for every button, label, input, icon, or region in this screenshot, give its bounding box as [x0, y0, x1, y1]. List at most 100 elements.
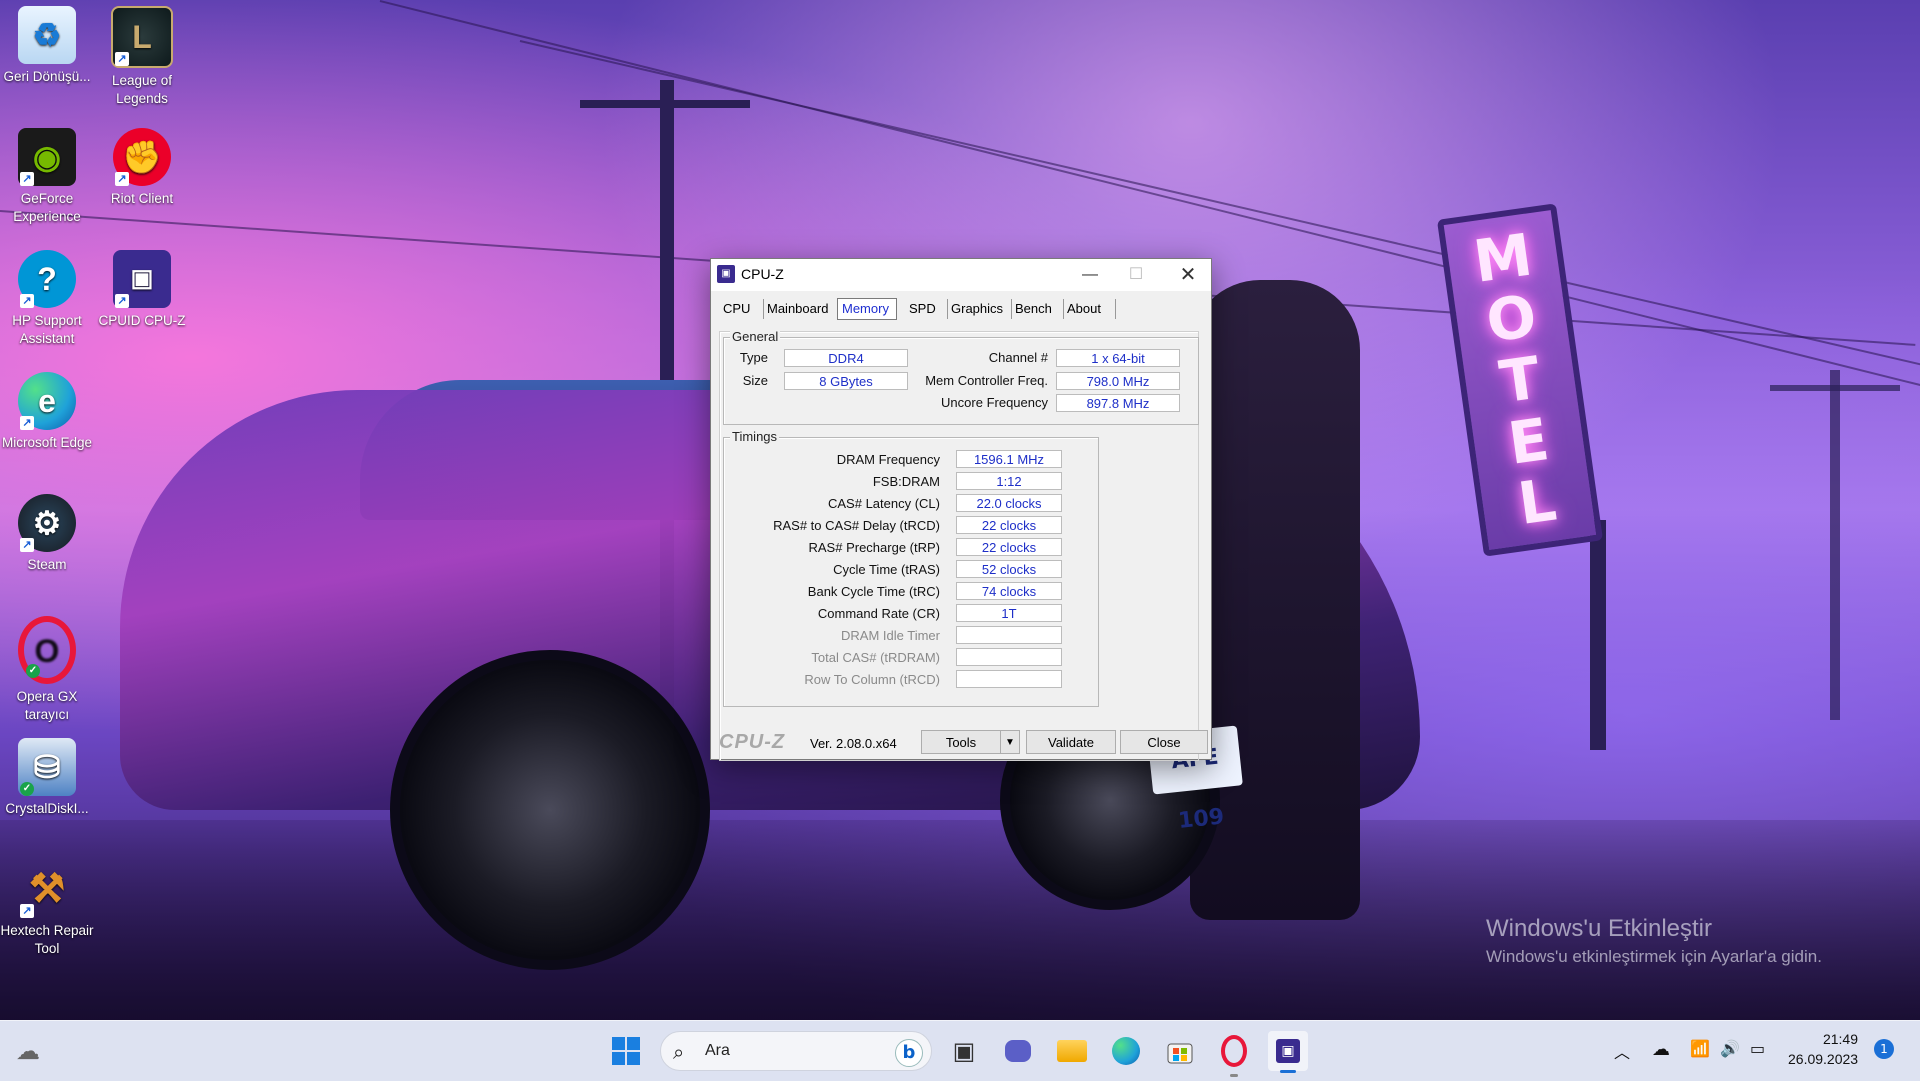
close-window-button[interactable]: ✕	[1165, 259, 1211, 291]
file-explorer-icon[interactable]	[1052, 1031, 1092, 1071]
tab-bench[interactable]: Bench	[1011, 299, 1064, 319]
validate-button[interactable]: Validate	[1026, 730, 1116, 754]
desktop-icon-cpuid-cpu-z[interactable]: ▣ ↗ CPUID CPU-Z	[94, 250, 190, 330]
trp-label: RAS# Precharge (tRP)	[808, 540, 941, 555]
desktop-icon-label: Riot Client	[110, 191, 174, 206]
window-title: CPU-Z	[741, 266, 784, 282]
system-clock[interactable]: 21:49 26.09.2023	[1788, 1029, 1858, 1069]
trcd-value: 22 clocks	[956, 516, 1062, 534]
desktop-icon-label: Microsoft Edge	[1, 435, 93, 450]
dram-frequency-value: 1596.1 MHz	[956, 450, 1062, 468]
watermark-title: Windows'u Etkinleştir	[1486, 915, 1712, 942]
motel-letter: M	[1469, 220, 1537, 296]
widgets-weather-icon[interactable]: ☁	[8, 1031, 48, 1071]
task-view-icon[interactable]: ▣	[944, 1031, 984, 1071]
start-button[interactable]	[606, 1031, 646, 1071]
desktop-icon-geforce-experience[interactable]: ◉ ↗ GeForce Experience	[0, 128, 95, 226]
clock-date: 26.09.2023	[1788, 1051, 1859, 1067]
recycle-bin-icon: ♻	[18, 6, 76, 64]
tools-button[interactable]: Tools	[921, 730, 1001, 754]
dram-frequency-label: DRAM Frequency	[836, 452, 940, 467]
trcd-label: RAS# to CAS# Delay (tRCD)	[773, 518, 940, 533]
command-rate-value: 1T	[956, 604, 1062, 622]
desktop-icon-league-of-legends[interactable]: L ↗ League of Legends	[94, 6, 190, 108]
fsb-dram-value: 1:12	[956, 472, 1062, 490]
title-bar[interactable]: ▣ CPU-Z — ☐ ✕	[711, 259, 1211, 291]
volume-icon[interactable]: 🔊	[1720, 1039, 1740, 1058]
bing-icon[interactable]: b	[895, 1039, 923, 1067]
type-label: Type	[739, 350, 768, 365]
utility-pole	[1830, 370, 1840, 720]
desktop-icon-label: League of Legends	[111, 73, 173, 106]
geforce-icon: ◉ ↗	[18, 128, 76, 186]
tools-dropdown-arrow-icon[interactable]: ▼	[1000, 730, 1020, 754]
desktop-icon-crystaldiskinfo[interactable]: ⛁ ✓ CrystalDiskI...	[0, 738, 95, 818]
shortcut-arrow-icon: ↗	[115, 52, 129, 66]
desktop-icon-label: Hextech Repair Tool	[0, 923, 94, 956]
crystaldiskinfo-icon: ⛁ ✓	[18, 738, 76, 796]
desktop-icon-label: HP Support Assistant	[12, 313, 82, 346]
tras-label: Cycle Time (tRAS)	[833, 562, 940, 577]
desktop-icon-hextech-repair-tool[interactable]: ⚒ ↗ Hextech Repair Tool	[0, 860, 95, 958]
shortcut-arrow-icon: ↗	[20, 538, 34, 552]
row-to-column-label: Row To Column (tRCD)	[804, 672, 940, 687]
show-hidden-icons-chevron-icon[interactable]: ︿	[1614, 1039, 1630, 1063]
version-label: Ver. 2.08.0.x64	[810, 736, 897, 751]
tab-graphics[interactable]: Graphics	[947, 299, 1012, 319]
wifi-icon[interactable]: 📶	[1690, 1039, 1710, 1058]
channel-value: 1 x 64-bit	[1056, 349, 1180, 367]
desktop-icon-riot-client[interactable]: ✊ ↗ Riot Client	[94, 128, 190, 208]
shortcut-arrow-icon: ↗	[115, 172, 129, 186]
timings-legend: Timings	[730, 429, 780, 444]
dram-idle-timer-value	[956, 626, 1062, 644]
close-button[interactable]: Close	[1120, 730, 1208, 754]
hp-support-icon: ? ↗	[18, 250, 76, 308]
desktop-icon-opera-gx[interactable]: O ✓ Opera GX tarayıcı	[0, 616, 95, 724]
steam-icon: ⚙ ↗	[18, 494, 76, 552]
taskbar-search-box[interactable]: ⌕ Ara b	[660, 1031, 932, 1071]
desktop-icon-hp-support-assistant[interactable]: ? ↗ HP Support Assistant	[0, 250, 95, 348]
tras-value: 52 clocks	[956, 560, 1062, 578]
hextech-icon: ⚒ ↗	[18, 860, 76, 918]
car-wheel	[390, 650, 710, 970]
cpuz-app-icon: ▣	[717, 265, 735, 283]
window-footer: CPU-Z Ver. 2.08.0.x64 Tools ▼ Validate C…	[711, 725, 1211, 759]
maximize-button[interactable]: ☐	[1113, 259, 1159, 291]
edge-taskbar-icon[interactable]	[1106, 1031, 1146, 1071]
riot-client-icon: ✊ ↗	[113, 128, 171, 186]
mem-controller-freq-value: 798.0 MHz	[1056, 372, 1180, 390]
teams-chat-icon[interactable]	[998, 1031, 1038, 1071]
motel-letter: T	[1495, 343, 1545, 417]
general-group: General Type DDR4 Size 8 GBytes Channel …	[723, 329, 1199, 425]
minimize-button[interactable]: —	[1067, 259, 1113, 291]
trc-label: Bank Cycle Time (tRC)	[807, 584, 940, 599]
activation-watermark: Windows'u Etkinleştir Windows'u etkinleş…	[1486, 915, 1822, 967]
tab-spd[interactable]: SPD	[905, 299, 948, 319]
notification-badge[interactable]: 1	[1874, 1039, 1894, 1059]
desktop-icon-label: CPUID CPU-Z	[98, 313, 186, 328]
desktop-icon-label: GeForce Experience	[13, 191, 81, 224]
channel-label: Channel #	[988, 350, 1048, 365]
total-cas-label: Total CAS# (tRDRAM)	[811, 650, 940, 665]
fsb-dram-label: FSB:DRAM	[872, 474, 940, 489]
total-cas-value	[956, 648, 1062, 666]
opera-gx-taskbar-icon[interactable]	[1214, 1031, 1254, 1077]
microsoft-store-icon[interactable]	[1160, 1031, 1200, 1071]
tab-about[interactable]: About	[1063, 299, 1116, 319]
tab-mainboard[interactable]: Mainboard	[763, 299, 838, 319]
desktop-icon-label: Opera GX tarayıcı	[16, 689, 78, 722]
cpuz-taskbar-icon[interactable]: ▣	[1268, 1031, 1308, 1073]
search-icon: ⌕	[673, 1040, 685, 1064]
onedrive-cloud-icon[interactable]: ☁	[1652, 1039, 1670, 1060]
tab-memory[interactable]: Memory	[837, 298, 897, 320]
desktop-icon-microsoft-edge[interactable]: e ↗ Microsoft Edge	[0, 372, 95, 452]
desktop-icon-steam[interactable]: ⚙ ↗ Steam	[0, 494, 95, 574]
tab-cpu[interactable]: CPU	[719, 299, 764, 319]
desktop-icon-recycle-bin[interactable]: ♻ Geri Dönüşü...	[0, 6, 95, 86]
battery-icon[interactable]: ▭	[1750, 1039, 1765, 1058]
row-to-column-value	[956, 670, 1062, 688]
sync-check-icon: ✓	[20, 782, 34, 796]
motel-letter: E	[1504, 404, 1553, 478]
shortcut-arrow-icon: ↗	[115, 294, 129, 308]
cpuz-window[interactable]: ▣ CPU-Z — ☐ ✕ CPU Mainboard Memory SPD G…	[710, 258, 1212, 761]
